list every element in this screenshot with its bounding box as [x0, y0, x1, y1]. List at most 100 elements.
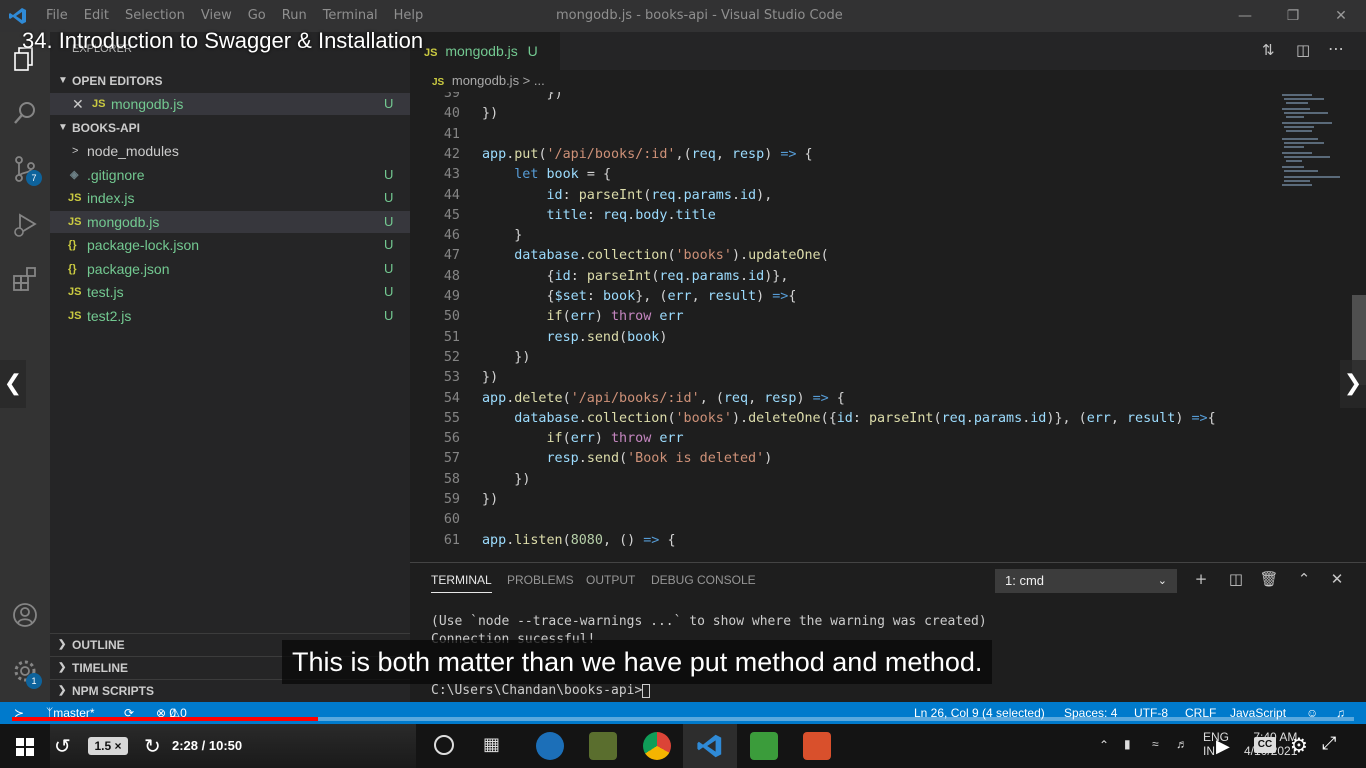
project-section[interactable]: ▼ BOOKS-API: [50, 117, 410, 139]
split-editor-icon[interactable]: ◫: [1296, 41, 1310, 59]
menu-selection[interactable]: Selection: [125, 8, 185, 23]
js-file-icon: JS: [68, 310, 82, 322]
file-mongodb-js[interactable]: JS mongodb.js U: [50, 211, 410, 233]
outline-label: OUTLINE: [72, 638, 125, 652]
breadcrumb-path[interactable]: mongodb.js > ...: [452, 73, 545, 88]
tab-status: U: [527, 43, 538, 59]
json-file-icon: {}: [68, 263, 77, 275]
edge-icon[interactable]: [536, 732, 564, 760]
show-hidden-icons[interactable]: ⌃: [1099, 738, 1109, 752]
menu-file[interactable]: File: [46, 8, 68, 23]
menu-terminal[interactable]: Terminal: [323, 8, 378, 23]
wifi-icon[interactable]: ≈: [1152, 737, 1159, 751]
accounts-icon[interactable]: [10, 600, 40, 630]
windows-start-icon[interactable]: [16, 738, 34, 756]
split-terminal-icon[interactable]: ◫: [1226, 569, 1246, 589]
vscode-taskbar-active[interactable]: [683, 724, 737, 768]
code-line: if(err) throw err: [546, 431, 684, 447]
line-number: 55: [443, 410, 460, 426]
minimize-icon[interactable]: —: [1222, 0, 1268, 32]
line-number: 50: [443, 309, 460, 325]
git-status-badge: U: [384, 237, 394, 252]
forward-icon[interactable]: ↻: [144, 734, 161, 758]
more-actions-icon[interactable]: ⋯: [1328, 39, 1344, 58]
new-terminal-icon[interactable]: +: [1191, 569, 1211, 589]
playback-speed-button[interactable]: 1.5 ×: [88, 737, 128, 755]
git-status-badge: U: [384, 284, 394, 299]
file-gitignore[interactable]: ◈ .gitignore U: [50, 164, 410, 186]
code-line: database.collection('books').deleteOne({…: [514, 410, 1216, 426]
tab-mongodb-js[interactable]: JS mongodb.js U ✕: [410, 32, 560, 99]
cortana-icon[interactable]: [434, 735, 454, 755]
fullscreen-icon[interactable]: ⤢: [1322, 733, 1336, 754]
volume-icon[interactable]: ♬: [1176, 737, 1188, 751]
menu-help[interactable]: Help: [394, 8, 424, 23]
terminal-select[interactable]: 1: cmd ⌄: [995, 569, 1177, 593]
minimap[interactable]: [1276, 92, 1352, 562]
timeline-label: TIMELINE: [72, 661, 128, 675]
camtasia-green-icon[interactable]: [750, 732, 778, 760]
line-number: 42: [443, 146, 460, 162]
tab-problems[interactable]: PROBLEMS: [507, 573, 574, 587]
code-line: }): [482, 492, 499, 507]
chrome-icon[interactable]: [643, 732, 671, 760]
file-test2-js[interactable]: JS test2.js U: [50, 305, 410, 327]
terminal-prompt[interactable]: C:\Users\Chandan\books-api>: [431, 683, 651, 698]
tab-terminal[interactable]: TERMINAL: [431, 573, 492, 593]
video-time: 2:28 / 10:50: [172, 738, 243, 753]
js-file-icon: JS: [68, 216, 82, 228]
git-status-badge: U: [384, 261, 394, 276]
chevron-right-icon: >: [72, 145, 79, 157]
menu-go[interactable]: Go: [248, 8, 266, 23]
captions-button[interactable]: CC: [1254, 737, 1276, 753]
previous-lecture-button[interactable]: ❮: [0, 360, 26, 408]
video-settings-gear-icon[interactable]: ⚙: [1290, 733, 1308, 757]
code-line: title: req.body.title: [546, 207, 716, 223]
close-icon[interactable]: ✕: [72, 93, 84, 115]
rewind-icon[interactable]: ↺: [54, 734, 71, 758]
next-lecture-button[interactable]: ❯: [1340, 360, 1366, 408]
close-window-icon[interactable]: ✕: [1318, 0, 1364, 32]
open-editor-item[interactable]: ✕ JS mongodb.js U: [50, 93, 410, 115]
file-package-json[interactable]: {} package.json U: [50, 258, 410, 280]
settings-badge: 1: [26, 673, 42, 689]
volume-player-icon[interactable]: ▶: [1216, 736, 1230, 757]
video-subtitle: This is both matter than we have put met…: [282, 640, 993, 684]
code-line: resp.send('Book is deleted'): [546, 451, 773, 467]
open-editors-section[interactable]: ▼ OPEN EDITORS: [50, 70, 410, 92]
menu-view[interactable]: View: [201, 8, 232, 23]
git-status-badge: U: [384, 190, 394, 205]
camtasia-red-icon[interactable]: [803, 732, 831, 760]
tab-debug-console[interactable]: DEBUG CONSOLE: [651, 573, 756, 587]
search-icon[interactable]: [10, 98, 40, 128]
file-name: .gitignore: [87, 167, 145, 183]
maximize-panel-icon[interactable]: ⌃: [1294, 569, 1314, 589]
line-number: 46: [443, 228, 460, 244]
file-name: node_modules: [87, 143, 179, 159]
folder-node-modules[interactable]: > node_modules: [50, 140, 410, 162]
close-panel-icon[interactable]: ✕: [1327, 569, 1347, 589]
js-file-icon: JS: [424, 47, 438, 59]
menu-run[interactable]: Run: [282, 8, 307, 23]
open-changes-icon[interactable]: ⇅: [1262, 41, 1275, 59]
code-line: resp.send(book): [546, 329, 668, 345]
code-editor[interactable]: 39 }) 40}) 41 42 app.put('/api/books/:id',(r…: [410, 92, 1276, 562]
run-debug-icon[interactable]: [10, 210, 40, 240]
file-test-js[interactable]: JS test.js U: [50, 281, 410, 303]
line-number: 59: [443, 492, 460, 507]
task-view-icon[interactable]: ▦: [483, 734, 500, 755]
file-package-lock-json[interactable]: {} package-lock.json U: [50, 234, 410, 256]
menu-edit[interactable]: Edit: [84, 8, 109, 23]
line-number: 44: [443, 187, 460, 203]
git-status-badge: U: [384, 96, 394, 111]
extensions-icon[interactable]: [10, 264, 40, 294]
trash-icon[interactable]: 🗑: [1259, 569, 1279, 589]
notepad-icon[interactable]: [589, 732, 617, 760]
explorer-sidebar: EXPLORER ▼ OPEN EDITORS ✕ JS mongodb.js …: [50, 32, 410, 702]
battery-icon[interactable]: ▮: [1124, 737, 1131, 751]
tab-output[interactable]: OUTPUT: [586, 573, 635, 587]
restore-icon[interactable]: ❐: [1270, 0, 1316, 32]
file-index-js[interactable]: JS index.js U: [50, 187, 410, 209]
line-number: 58: [443, 471, 460, 487]
code-line: let book = {: [514, 167, 611, 183]
